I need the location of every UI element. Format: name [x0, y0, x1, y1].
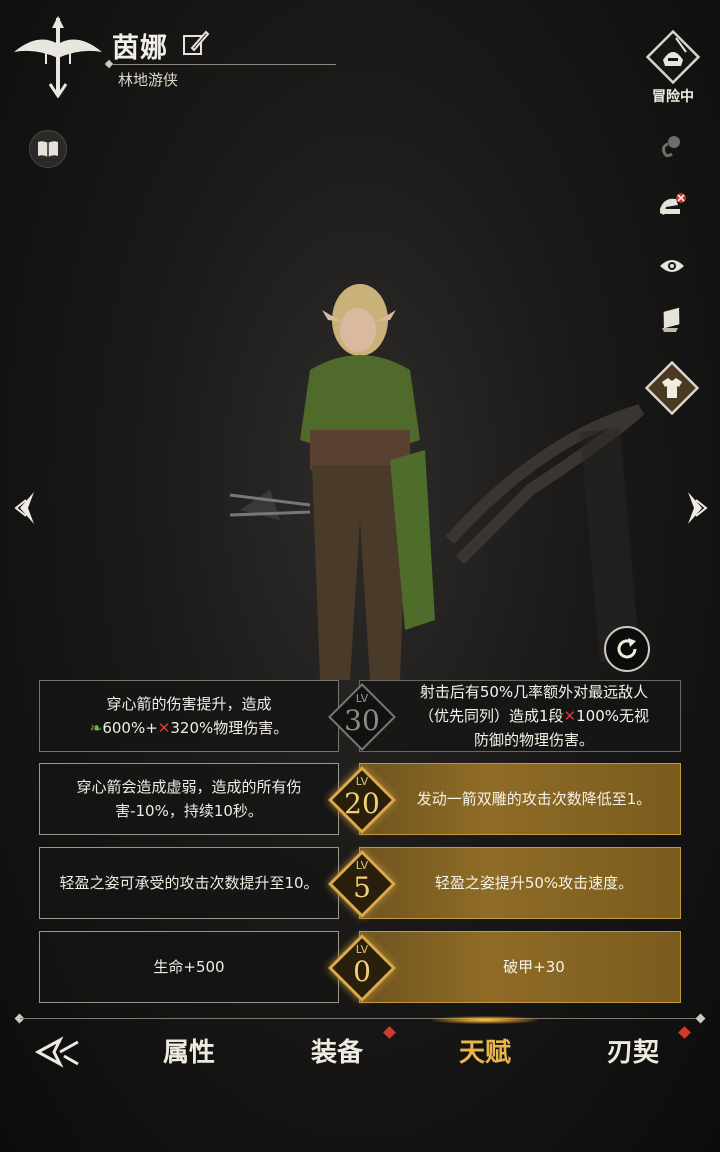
ranger-class-emblem-icon: [14, 16, 102, 98]
helmet-hidden-icon: [660, 193, 686, 215]
character-name: 茵娜: [112, 33, 168, 64]
tab-attributes[interactable]: 属性: [134, 1030, 244, 1076]
talent-row-lv0[interactable]: 生命+500 破甲+30 LV 0: [39, 931, 681, 1005]
nav-divider-dot: [695, 1013, 706, 1024]
talent-row-lv20[interactable]: 穿心箭会造成虚弱，造成的所有伤害-10%，持续10秒。 发动一箭双雕的攻击次数降…: [39, 763, 681, 837]
nav-divider: [20, 1018, 700, 1019]
level-number: 5: [353, 871, 371, 904]
tab-equipment[interactable]: 装备: [282, 1030, 392, 1076]
next-character-arrow-icon[interactable]: [682, 488, 710, 528]
level-number: 30: [344, 704, 380, 737]
talent-right-option[interactable]: 破甲+30: [359, 931, 681, 1003]
hide-helmet-button[interactable]: [652, 186, 692, 226]
talent-left-option[interactable]: 穿心箭的伤害提升，造成 ❧600%+✕320%物理伤害。: [39, 680, 339, 752]
book-icon: [38, 141, 58, 157]
leaf-icon: ❧: [89, 719, 103, 737]
tab-talents[interactable]: 天赋: [430, 1030, 540, 1076]
talent-left-value-b: 320%物理伤害。: [170, 719, 289, 737]
pacifier-icon: [662, 136, 680, 158]
voice-button[interactable]: [652, 126, 692, 166]
talent-left-line1: 穿心箭的伤害提升，造成: [106, 695, 272, 713]
talent-right-option[interactable]: 发动一箭双雕的攻击次数降低至1。: [359, 763, 681, 835]
cross-icon: ✕: [157, 719, 171, 737]
talent-left-option[interactable]: 生命+500: [39, 931, 339, 1003]
talent-right-line2b: 100%无视: [576, 707, 649, 725]
adventure-status-label: 冒险中: [652, 89, 694, 105]
codex-button[interactable]: [29, 130, 67, 168]
rotate-model-button[interactable]: [604, 626, 650, 672]
talent-level-badge: LV 5: [325, 847, 399, 921]
adventure-status-button[interactable]: [646, 30, 700, 84]
talent-level-badge: LV 20: [325, 763, 399, 837]
talent-left-value-a: 600%+: [102, 719, 158, 737]
cross-icon: ✕: [563, 707, 577, 725]
previous-character-arrow-icon[interactable]: [12, 488, 40, 528]
talent-right-option[interactable]: 轻盈之姿提升50%攻击速度。: [359, 847, 681, 919]
refresh-icon: [617, 638, 637, 659]
talent-row-lv30[interactable]: 穿心箭的伤害提升，造成 ❧600%+✕320%物理伤害。 射击后有50%几率额外…: [39, 680, 681, 754]
level-number: 0: [353, 955, 371, 988]
talent-right-option[interactable]: 射击后有50%几率额外对最远敌人 （优先同列）造成1段✕100%无视 防御的物理…: [359, 680, 681, 752]
tab-blade-pact[interactable]: 刃契: [578, 1030, 688, 1076]
back-button-icon[interactable]: [34, 1034, 82, 1070]
character-class: 林地游侠: [118, 71, 179, 89]
character-model: [229, 284, 645, 680]
talent-left-option[interactable]: 穿心箭会造成虚弱，造成的所有伤害-10%，持续10秒。: [39, 763, 339, 835]
talent-row-lv5[interactable]: 轻盈之姿可承受的攻击次数提升至10。 轻盈之姿提升50%攻击速度。 LV 5: [39, 847, 681, 921]
active-tab-indicator: [432, 1016, 538, 1024]
edit-name-icon[interactable]: [180, 28, 210, 58]
talent-level-badge: LV 30: [325, 680, 399, 754]
level-number: 20: [344, 787, 380, 820]
title-divider: [112, 64, 336, 65]
talent-right-line2a: （优先同列）造成1段: [418, 707, 564, 725]
talent-right-line3: 防御的物理伤害。: [473, 731, 594, 749]
talent-right-line1: 射击后有50%几率额外对最远敌人: [419, 683, 649, 701]
talent-left-option[interactable]: 轻盈之姿可承受的攻击次数提升至10。: [39, 847, 339, 919]
talent-level-badge: LV 0: [325, 931, 399, 1005]
